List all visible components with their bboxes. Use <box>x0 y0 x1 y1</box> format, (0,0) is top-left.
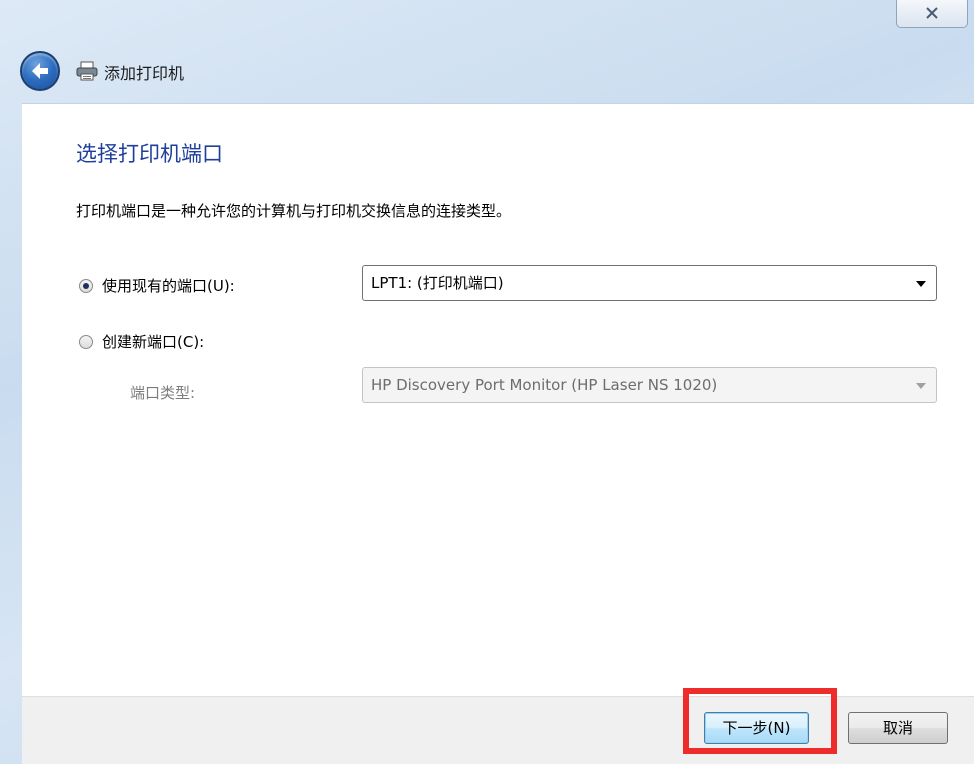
page-description: 打印机端口是一种允许您的计算机与打印机交换信息的连接类型。 <box>76 202 512 220</box>
window-title: 添加打印机 <box>104 64 185 83</box>
existing-port-radio[interactable] <box>79 279 93 293</box>
back-button[interactable] <box>20 51 60 91</box>
printer-icon <box>76 61 98 81</box>
port-type-label: 端口类型: <box>130 384 196 402</box>
existing-port-value: LPT1: (打印机端口) <box>371 274 504 292</box>
existing-port-label[interactable]: 使用现有的端口(U): <box>102 275 235 296</box>
highlight-box <box>683 688 837 754</box>
port-type-value: HP Discovery Port Monitor (HP Laser NS 1… <box>371 376 718 394</box>
chevron-down-icon <box>916 281 926 287</box>
port-type-dropdown: HP Discovery Port Monitor (HP Laser NS 1… <box>362 367 937 403</box>
page-title: 选择打印机端口 <box>76 142 223 166</box>
cancel-button[interactable]: 取消 <box>848 712 948 744</box>
title-bar: 添加打印机 <box>0 48 974 94</box>
chevron-down-icon <box>916 383 926 389</box>
existing-port-dropdown[interactable]: LPT1: (打印机端口) <box>362 265 937 301</box>
new-port-radio[interactable] <box>79 335 93 349</box>
close-button[interactable] <box>896 0 968 28</box>
wizard-content: 选择打印机端口 打印机端口是一种允许您的计算机与打印机交换信息的连接类型。 使用… <box>22 103 974 697</box>
close-icon <box>925 4 939 23</box>
wizard-window: 添加打印机 选择打印机端口 打印机端口是一种允许您的计算机与打印机交换信息的连接… <box>0 0 974 764</box>
new-port-label[interactable]: 创建新端口(C): <box>102 331 204 352</box>
back-arrow-icon <box>32 63 48 79</box>
